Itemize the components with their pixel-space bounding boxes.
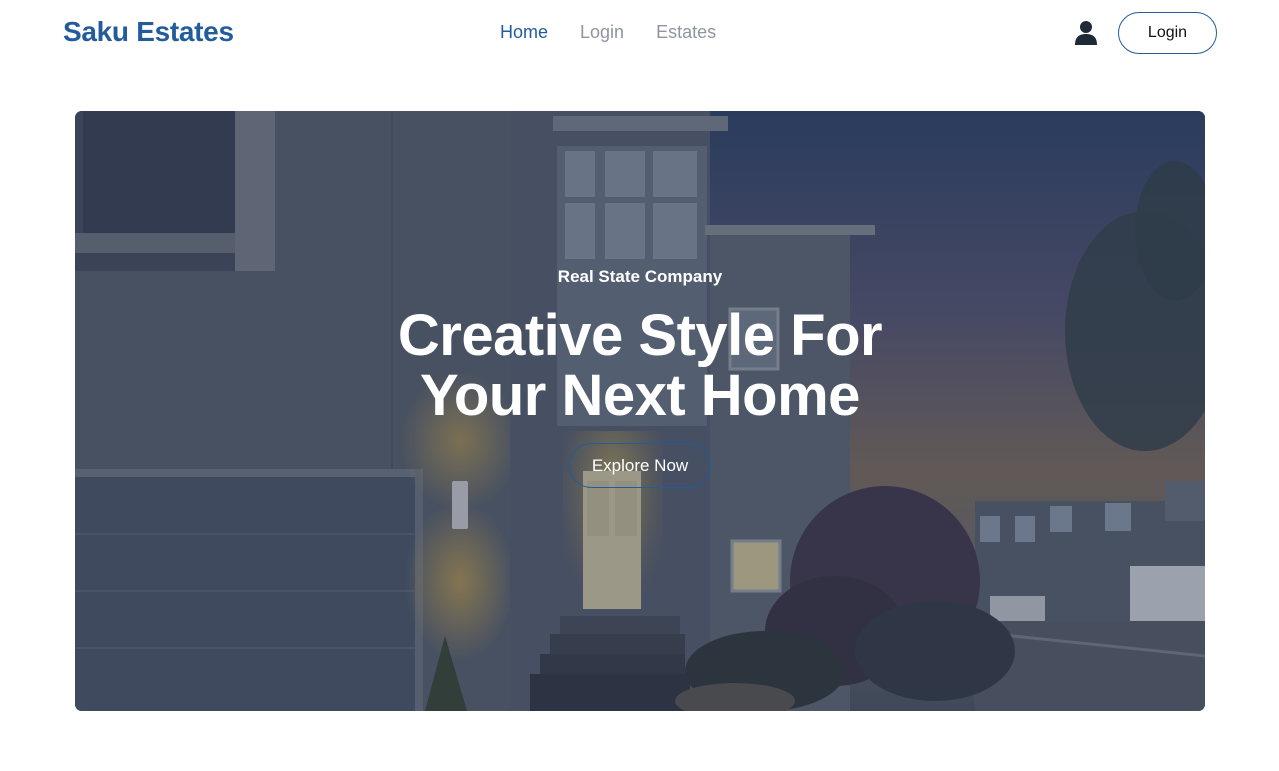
hero-title-line-2: Your Next Home <box>420 363 860 428</box>
explore-now-button[interactable]: Explore Now <box>569 443 711 488</box>
navbar: Saku Estates Home Login Estates Login <box>0 0 1279 70</box>
login-button[interactable]: Login <box>1118 12 1217 54</box>
hero-title: Creative Style For Your Next Home <box>75 306 1205 426</box>
nav-links: Home Login Estates <box>500 22 716 43</box>
hero-subtitle: Real State Company <box>557 267 723 286</box>
hero-title-line-1: Creative Style For <box>397 303 883 368</box>
nav-link-estates[interactable]: Estates <box>656 22 716 43</box>
nav-link-home[interactable]: Home <box>500 22 548 43</box>
hero-content: Real State Company Creative Style For Yo… <box>75 111 1205 711</box>
hero-banner: Real State Company Creative Style For Yo… <box>75 111 1205 711</box>
user-icon[interactable] <box>1074 20 1098 46</box>
brand-logo[interactable]: Saku Estates <box>63 16 234 48</box>
nav-link-login[interactable]: Login <box>580 22 624 43</box>
